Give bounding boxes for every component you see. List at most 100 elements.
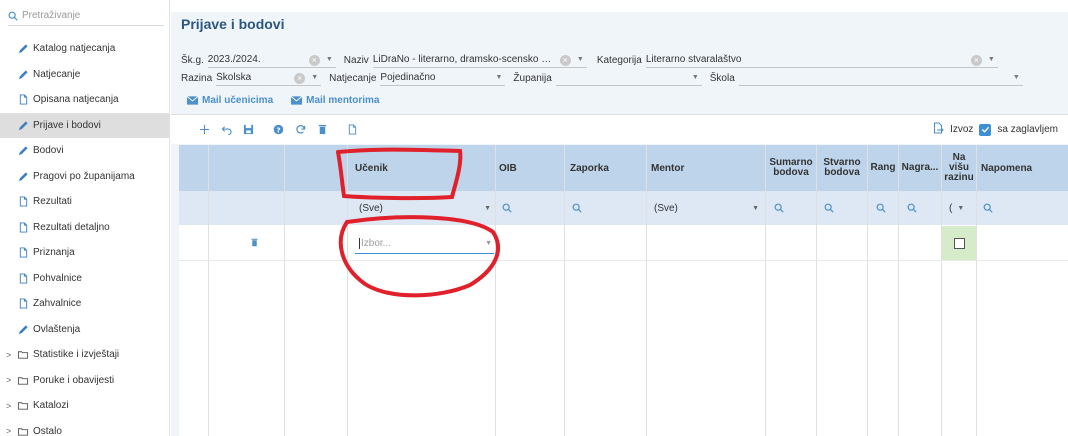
chevron-down-icon[interactable]: ▼ [692,74,699,81]
document-icon [17,94,29,106]
column-header-ucenik[interactable]: Učenik [355,145,495,191]
mail-actions: Mail učenicima Mail mentorima [187,95,380,106]
sidebar-folder-poruke[interactable]: > Poruke i obavijesti [0,368,169,394]
sidebar-search-placeholder: Pretraživanje [22,10,81,21]
chevron-down-icon[interactable]: ▼ [326,56,333,63]
zupanija-select[interactable]: ▼ [555,71,702,86]
skg-label: Šk.g. [181,54,204,66]
filter-na-visu-razinu-select[interactable]: ( ▼ [949,191,975,225]
sidebar-item-rezultati-detaljno[interactable]: Rezultati detaljno [0,215,169,241]
export-label[interactable]: Izvoz [950,124,973,135]
filter-ucenik-select[interactable]: (Sve) ▼ [359,191,495,225]
sidebar-folder-katalozi[interactable]: > Katalozi [0,393,169,419]
sidebar-item-pragovi-po-zupanijama[interactable]: Pragovi po županijama [0,164,169,190]
razina-label: Razina [181,72,213,84]
column-header-oib[interactable]: OIB [499,145,559,191]
sidebar-item-label: Pohvalnice [33,272,82,284]
sidebar-folder-label: Katalozi [33,400,69,412]
sidebar-folder-label: Poruke i obavijesti [33,374,115,386]
export-icon[interactable] [932,122,944,137]
skola-select[interactable]: ▼ [738,71,1023,86]
row-delete-icon[interactable] [250,238,259,250]
mail-students-button[interactable]: Mail učenicima [187,95,273,106]
sidebar-item-zahvalnice[interactable]: Zahvalnice [0,291,169,317]
sidebar-item-opisana-natjecanja[interactable]: Opisana natjecanja [0,87,169,113]
naziv-select[interactable]: LiDraNo - literarno, dramsko-scensko i n… [372,53,587,68]
clear-icon[interactable]: × [970,54,982,66]
column-header-zaporka[interactable]: Zaporka [570,145,640,191]
ucenik-select-input[interactable]: Izbor... ▼ [355,234,494,254]
sidebar-item-bodovi[interactable]: Bodovi [0,138,169,164]
sidebar-folder-statistike[interactable]: > Statistike i izvještaji [0,342,169,368]
sidebar-item-label: Natjecanje [33,68,81,80]
sidebar-item-pohvalnice[interactable]: Pohvalnice [0,266,169,292]
column-header-mentor[interactable]: Mentor [651,145,761,191]
refresh-icon[interactable] [291,121,309,139]
filter-sumarno-bodova[interactable] [774,191,784,225]
filter-napomena[interactable] [983,191,993,225]
filter-rang[interactable] [876,191,886,225]
undo-icon[interactable] [217,121,235,139]
na-visu-razinu-cell [942,226,976,260]
pencil-icon [17,68,29,80]
skola-label: Škola [709,72,735,84]
filter-oib[interactable] [502,191,512,225]
data-grid: Učenik OIB Zaporka Mentor Sumarno bodova… [179,145,1068,436]
envelope-icon [291,96,303,105]
clear-icon[interactable]: × [308,54,320,66]
column-header-rang[interactable]: Rang [868,145,898,191]
search-icon [8,11,18,21]
pencil-icon [17,43,29,55]
sidebar-item-rezultati[interactable]: Rezultati [0,189,169,215]
filter-nagrada[interactable] [907,191,917,225]
sidebar-item-priznanja[interactable]: Priznanja [0,240,169,266]
sidebar-item-katalog-natjecanja[interactable]: Katalog natjecanja [0,36,169,62]
search-icon [907,203,917,213]
chevron-right-icon: > [6,400,12,411]
filter-mentor-select[interactable]: (Sve) ▼ [654,191,765,225]
chevron-down-icon: ▼ [957,204,965,212]
sidebar-item-label: Bodovi [33,145,64,157]
chevron-down-icon[interactable]: ▼ [311,74,318,81]
column-header-na-visu-razinu[interactable]: Na višu razinu [942,145,976,191]
razina-select[interactable]: Školska × ▼ [216,71,322,86]
chevron-down-icon[interactable]: ▼ [1013,74,1020,81]
sidebar-folder-ostalo[interactable]: > Ostalo [0,419,169,436]
sidebar-item-prijave-i-bodovi[interactable]: Prijave i bodovi [0,112,169,138]
search-icon [876,203,886,213]
column-header-nagrada[interactable]: Nagra... [898,145,942,191]
clear-icon[interactable]: × [294,72,306,84]
filter-zaporka[interactable] [572,191,582,225]
mail-mentors-button[interactable]: Mail mentorima [291,95,380,106]
na-visu-razinu-checkbox[interactable] [953,237,965,249]
clear-icon[interactable]: × [559,54,571,66]
save-icon[interactable] [239,121,257,139]
folder-icon [17,425,29,436]
headers-checkbox[interactable] [979,123,992,136]
sidebar-item-natjecanje[interactable]: Natjecanje [0,62,169,88]
natjecanje-select[interactable]: Pojedinačno ▼ [380,71,506,86]
chevron-down-icon[interactable]: ▼ [577,56,584,63]
kategorija-select[interactable]: Literarno stvaralaštvo × ▼ [645,53,998,68]
chevron-down-icon[interactable]: ▼ [495,74,502,81]
search-icon [774,203,784,213]
natjecanje-value: Pojedinačno [380,72,436,83]
logo-fragment [8,0,48,4]
document-icon[interactable] [343,121,361,139]
filter-stvarno-bodova[interactable] [824,191,834,225]
sidebar-item-ovlastenja[interactable]: Ovlaštenja [0,317,169,343]
grid-filter-row [179,191,1068,225]
search-icon [502,203,512,213]
help-icon[interactable]: ? [269,121,287,139]
document-icon [17,272,29,284]
add-icon[interactable] [195,121,213,139]
chevron-down-icon: ▼ [485,240,492,247]
column-header-stvarno-bodova[interactable]: Stvarno bodova [819,145,865,191]
chevron-down-icon[interactable]: ▼ [988,56,995,63]
skg-select[interactable]: 2023./2024. × ▼ [207,53,336,68]
chevron-right-icon: > [6,349,12,360]
column-header-napomena[interactable]: Napomena [981,145,1061,191]
column-header-sumarno-bodova[interactable]: Sumarno bodova [769,145,813,191]
sidebar-search[interactable]: Pretraživanje [8,6,164,26]
delete-icon[interactable] [313,121,331,139]
